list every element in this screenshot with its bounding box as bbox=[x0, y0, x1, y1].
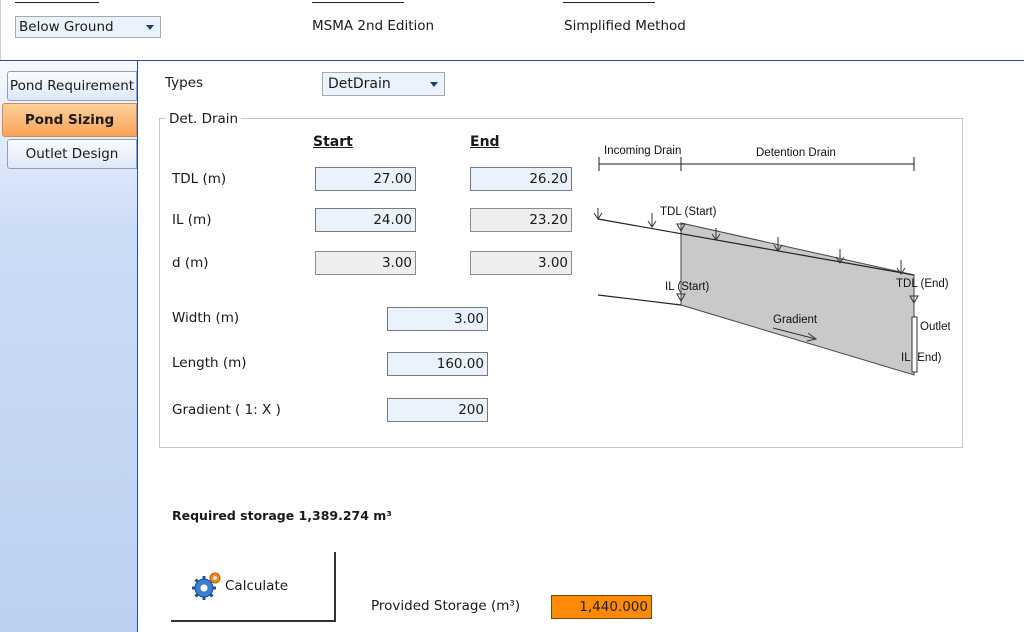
d-label: d (m) bbox=[172, 255, 209, 271]
tab-label: Pond Requirement bbox=[9, 78, 135, 94]
calculate-button-label: Calculate bbox=[225, 578, 289, 594]
standard-value: MSMA 2nd Edition bbox=[312, 18, 435, 34]
il-end-readonly: 23.20 bbox=[470, 208, 572, 232]
storage-type-dropdown[interactable]: Below Ground bbox=[15, 16, 161, 38]
tab-label: Outlet Design bbox=[25, 146, 119, 162]
drain-section-shape bbox=[680, 222, 915, 376]
method-heading-cut bbox=[563, 0, 655, 3]
tab-pond-sizing[interactable]: Pond Sizing bbox=[2, 103, 137, 137]
d-start-readonly: 3.00 bbox=[315, 251, 416, 275]
standard-heading-cut bbox=[312, 0, 404, 3]
method-value: Simplified Method bbox=[564, 18, 686, 34]
detention-drain-label: Detention Drain bbox=[756, 147, 836, 159]
calculate-button[interactable]: Calculate bbox=[171, 552, 336, 622]
tdl-start-diagram-label: TDL (Start) bbox=[660, 206, 717, 218]
incoming-drain-label: Incoming Drain bbox=[604, 145, 681, 157]
gradient-label: Gradient ( 1: X ) bbox=[172, 402, 281, 418]
gradient-input[interactable]: 200 bbox=[387, 398, 488, 422]
d-end-readonly: 3.00 bbox=[470, 251, 572, 275]
tab-outlet-design[interactable]: Outlet Design bbox=[7, 139, 137, 169]
start-column-header: Start bbox=[313, 134, 353, 150]
storage-type-value: Below Ground bbox=[19, 19, 114, 35]
width-label: Width (m) bbox=[172, 310, 240, 326]
required-storage-text: Required storage 1,389.274 m³ bbox=[172, 508, 392, 523]
end-column-header: End bbox=[470, 134, 500, 150]
length-label: Length (m) bbox=[172, 355, 247, 371]
provided-storage-value: 1,440.000 bbox=[551, 595, 652, 619]
outlet-diagram-label: Outlet bbox=[920, 321, 950, 333]
storage-type-heading-cut bbox=[15, 0, 99, 3]
top-left-border bbox=[0, 0, 1, 60]
gear-icon bbox=[192, 572, 221, 600]
incoming-invert-line bbox=[597, 294, 682, 306]
tdl-label: TDL (m) bbox=[172, 171, 227, 187]
tab-pond-requirement[interactable]: Pond Requirement bbox=[7, 71, 137, 101]
il-label: IL (m) bbox=[172, 212, 212, 228]
il-start-input[interactable]: 24.00 bbox=[315, 208, 416, 232]
tdl-end-input[interactable]: 26.20 bbox=[470, 167, 572, 191]
detention-drain-diagram: Incoming Drain Detention Drain TDL (Star… bbox=[593, 145, 950, 376]
tab-label: Pond Sizing bbox=[24, 112, 115, 128]
width-input[interactable]: 3.00 bbox=[387, 307, 488, 331]
types-value: DetDrain bbox=[328, 76, 391, 92]
il-end-diagram-label: IL (End) bbox=[901, 352, 942, 364]
tdl-start-input[interactable]: 27.00 bbox=[315, 167, 416, 191]
outlet-rect bbox=[911, 316, 918, 373]
chevron-down-icon bbox=[146, 24, 154, 30]
det-drain-group-title: Det. Drain bbox=[166, 111, 242, 127]
chevron-down-icon bbox=[430, 81, 438, 87]
gradient-diagram-label: Gradient bbox=[773, 314, 818, 326]
length-input[interactable]: 160.00 bbox=[387, 352, 488, 376]
tdl-end-diagram-label: TDL (End) bbox=[896, 278, 949, 290]
provided-storage-label: Provided Storage (m³) bbox=[371, 598, 521, 614]
types-dropdown[interactable]: DetDrain bbox=[322, 72, 445, 96]
types-label: Types bbox=[165, 75, 204, 91]
il-start-diagram-label: IL (Start) bbox=[665, 281, 709, 293]
sidebar: Pond Requirement Pond Sizing Outlet Desi… bbox=[0, 61, 138, 632]
